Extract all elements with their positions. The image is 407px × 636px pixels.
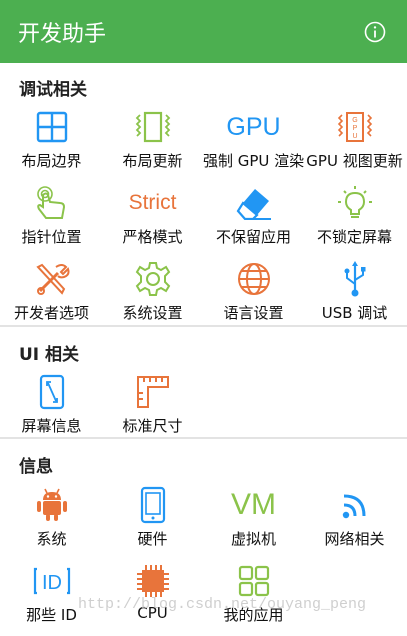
section-divider [0, 437, 407, 439]
tile-label: 不保留应用 [215, 228, 291, 246]
phone-icon [140, 486, 165, 524]
info-icon[interactable] [364, 21, 386, 43]
tile-system-info[interactable]: 系统 [1, 484, 102, 560]
layout-update-icon [135, 111, 170, 143]
tile-screen-info[interactable]: 屏幕信息 [1, 371, 102, 447]
tile-gpu-view-update[interactable]: G P U GPU 视图更新 [304, 106, 405, 182]
id-icon-text: ID [42, 572, 62, 594]
tile-label: 布局更新 [122, 152, 183, 170]
tile-layout-update[interactable]: 布局更新 [102, 106, 203, 182]
tile-usb-debugging[interactable]: USB 调试 [304, 258, 405, 334]
tile-force-gpu[interactable]: GPU 强制 GPU 渲染 [203, 106, 304, 182]
ruler-icon [136, 376, 169, 408]
apps-grid-icon [238, 565, 269, 597]
tile-virtual-machine[interactable]: VM 虚拟机 [203, 484, 304, 560]
tile-standard-size[interactable]: 标准尺寸 [102, 371, 203, 447]
tile-label: 硬件 [137, 530, 168, 548]
tile-label: 虚拟机 [230, 530, 276, 548]
tile-developer-options[interactable]: 开发者选项 [1, 258, 102, 334]
usb-icon [344, 261, 365, 297]
wifi-icon [342, 494, 365, 519]
tile-language-settings[interactable]: 语言设置 [203, 258, 304, 334]
gpu-text-icon: GPU [226, 112, 281, 141]
id-icon: ID [33, 567, 70, 595]
gpu-view-update-icon: G P U [337, 112, 372, 142]
tile-label: 语言设置 [223, 304, 284, 322]
globe-icon [237, 263, 270, 295]
tile-label: 系统 [36, 530, 67, 548]
section-title-info: 信息 [19, 457, 53, 477]
section-title-ui: UI 相关 [19, 345, 80, 365]
tile-layout-bounds[interactable]: 布局边界 [1, 106, 102, 182]
watermark-text: http://blog.csdn.net/ouyang_peng [78, 596, 367, 613]
tile-label: 屏幕信息 [21, 417, 82, 435]
svg-text:G: G [352, 117, 357, 124]
tile-stay-awake[interactable]: 不锁定屏幕 [304, 182, 405, 258]
svg-text:U: U [352, 133, 357, 140]
vm-text-icon: VM [231, 488, 276, 521]
gear-icon [135, 262, 170, 296]
cpu-chip-icon [136, 565, 169, 597]
tile-label: 网络相关 [324, 530, 385, 548]
android-icon [36, 488, 67, 521]
tools-icon [35, 263, 69, 295]
tile-strict-mode[interactable]: Strict 严格模式 [102, 182, 203, 258]
tile-label: 不锁定屏幕 [316, 228, 392, 246]
app-bar: 开发助手 [0, 0, 407, 63]
tile-label: USB 调试 [321, 304, 388, 322]
eraser-icon [236, 189, 271, 220]
tile-network[interactable]: 网络相关 [304, 484, 405, 560]
tile-dont-keep-activities[interactable]: 不保留应用 [203, 182, 304, 258]
tile-system-settings[interactable]: 系统设置 [102, 258, 203, 334]
section-divider [0, 325, 407, 327]
pointer-hand-icon [36, 186, 65, 219]
tile-label: 强制 GPU 渲染 [203, 152, 304, 170]
tile-label: 指针位置 [21, 228, 82, 246]
tile-label: 布局边界 [21, 152, 82, 170]
app-title: 开发助手 [18, 22, 107, 47]
tile-pointer-location[interactable]: 指针位置 [1, 182, 102, 258]
tile-label: 标准尺寸 [122, 417, 183, 435]
tile-label: 严格模式 [122, 228, 183, 246]
screen-info-icon [39, 374, 64, 410]
lightbulb-icon [337, 186, 372, 218]
section-title-debug: 调试相关 [19, 80, 87, 100]
layout-bounds-icon [36, 111, 67, 143]
svg-text:P: P [352, 125, 357, 132]
tile-label: 系统设置 [122, 304, 183, 322]
strict-text-icon: Strict [128, 191, 177, 214]
tile-label: 开发者选项 [13, 304, 89, 322]
tile-label: GPU 视图更新 [306, 152, 403, 170]
tile-hardware[interactable]: 硬件 [102, 484, 203, 560]
